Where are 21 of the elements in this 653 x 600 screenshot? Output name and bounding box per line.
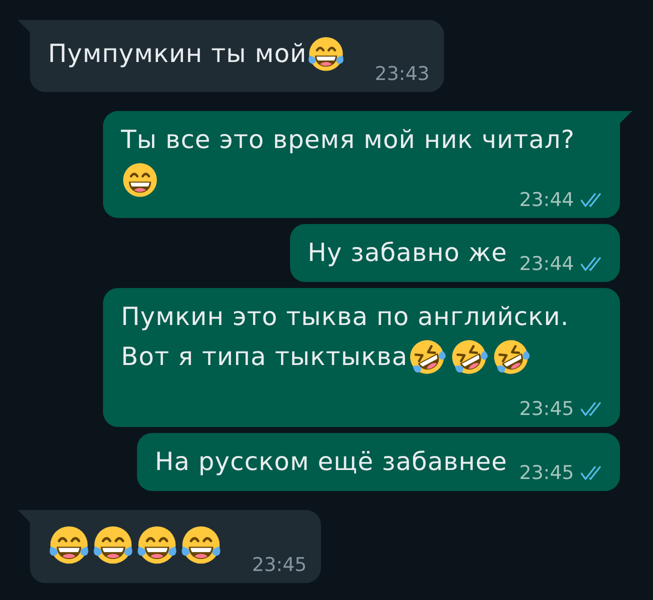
message-time: 23:45 — [519, 464, 574, 482]
message-time: 23:45 — [252, 556, 307, 574]
rolling-laughing-face-icon — [408, 338, 446, 376]
message-time: 23:43 — [374, 65, 430, 83]
rolling-laughing-face-icon — [492, 338, 530, 376]
message-text: На русском ещё забавнее — [154, 447, 508, 476]
laughing-tears-face-icon — [92, 524, 134, 566]
laughing-tears-face-icon — [180, 524, 222, 566]
message-text: Пумпумкин ты мой — [48, 39, 307, 68]
grinning-face-icon — [121, 161, 159, 199]
laughing-tears-face-icon — [48, 524, 90, 566]
message-text: Вот я типа тыктыква — [121, 342, 408, 371]
laughing-tears-face-icon — [136, 524, 178, 566]
message-text: Ну забавно же — [308, 238, 508, 267]
message-time: 23:45 — [519, 400, 574, 418]
rolling-laughing-face-icon — [450, 338, 488, 376]
message-time: 23:44 — [519, 191, 574, 209]
message-text: Ты все это время мой ник читал? — [121, 125, 575, 154]
message-time: 23:44 — [519, 255, 574, 273]
message-text: Пумкин это тыква по английски. — [121, 302, 569, 331]
laughing-tears-face-icon — [306, 35, 345, 73]
